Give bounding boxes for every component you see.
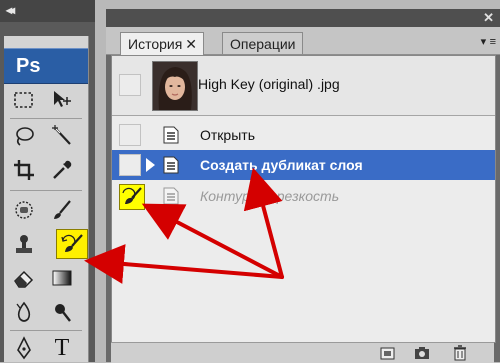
type-icon[interactable]: T bbox=[48, 334, 76, 362]
brush-icon[interactable] bbox=[48, 196, 76, 224]
snapshot-thumbnail bbox=[152, 61, 198, 111]
history-state-icon bbox=[163, 187, 179, 205]
tab-history[interactable]: История ✕ bbox=[120, 32, 205, 55]
panel-titlebar: ✕ bbox=[106, 9, 500, 27]
ps-logo: Ps bbox=[4, 48, 88, 84]
eraser-icon[interactable] bbox=[10, 264, 38, 292]
history-state-label: Контурная резкость bbox=[200, 188, 340, 204]
tool-separator bbox=[10, 330, 82, 331]
spot-healing-icon[interactable] bbox=[10, 196, 38, 224]
gradient-icon[interactable] bbox=[48, 264, 76, 292]
history-state-label: Создать дубликат слоя bbox=[200, 157, 363, 173]
new-snapshot-icon[interactable] bbox=[413, 345, 431, 361]
ps-logo-text: Ps bbox=[16, 55, 41, 77]
tool-separator bbox=[10, 190, 82, 191]
crop-icon[interactable] bbox=[10, 156, 38, 184]
history-state-marker-icon[interactable] bbox=[146, 158, 155, 172]
eyedropper-icon[interactable] bbox=[48, 156, 76, 184]
history-state-icon bbox=[163, 126, 179, 144]
history-source-checkbox[interactable] bbox=[119, 154, 141, 176]
history-state-row-selected[interactable]: Создать дубликат слоя bbox=[112, 150, 495, 180]
tools-titlebar: ◂◂ bbox=[0, 0, 95, 22]
clone-stamp-icon[interactable] bbox=[10, 230, 38, 258]
new-document-from-state-icon[interactable] bbox=[379, 345, 397, 361]
snapshot-row[interactable]: High Key (original) .jpg bbox=[112, 56, 495, 116]
trash-icon[interactable] bbox=[451, 345, 469, 361]
blur-icon[interactable] bbox=[10, 298, 38, 326]
snapshot-label: High Key (original) .jpg bbox=[198, 76, 340, 92]
rectangular-marquee-icon[interactable] bbox=[10, 86, 38, 114]
type-tool-label: T bbox=[54, 334, 70, 361]
history-state-icon bbox=[163, 156, 179, 174]
history-source-checkbox[interactable] bbox=[119, 124, 141, 146]
history-state-row-undone[interactable]: Контурная резкость bbox=[112, 181, 495, 211]
history-brush-source-icon[interactable] bbox=[119, 184, 145, 210]
history-panel: ✕ История✕ Операции ≡ bbox=[106, 9, 500, 363]
collapse-icon[interactable]: ◂◂ bbox=[6, 3, 15, 17]
snapshot-source-checkbox[interactable] bbox=[119, 74, 141, 96]
pen-icon[interactable] bbox=[10, 334, 38, 362]
lasso-icon[interactable] bbox=[10, 122, 38, 150]
tab-actions-label: Операции bbox=[230, 36, 296, 52]
history-state-label: Открыть bbox=[200, 127, 255, 143]
history-state-row[interactable]: Открыть bbox=[112, 120, 495, 150]
move-icon[interactable] bbox=[48, 86, 76, 114]
tab-close-icon[interactable]: ✕ bbox=[185, 36, 197, 52]
panel-menu-icon[interactable]: ≡ bbox=[480, 35, 496, 48]
tab-history-label: История bbox=[128, 36, 183, 52]
tool-separator bbox=[10, 118, 82, 119]
tab-bar: История✕ Операции ≡ bbox=[106, 27, 500, 55]
panel-footer bbox=[111, 342, 494, 363]
history-list: High Key (original) .jpg Открыть Создать… bbox=[111, 55, 496, 343]
history-brush-icon[interactable] bbox=[56, 229, 88, 259]
magic-wand-icon[interactable] bbox=[48, 122, 76, 150]
dodge-icon[interactable] bbox=[48, 298, 76, 326]
panel-close-icon[interactable]: ✕ bbox=[483, 10, 494, 26]
tab-actions[interactable]: Операции bbox=[222, 32, 303, 54]
tools-panel: ◂◂ Ps T bbox=[0, 0, 95, 362]
